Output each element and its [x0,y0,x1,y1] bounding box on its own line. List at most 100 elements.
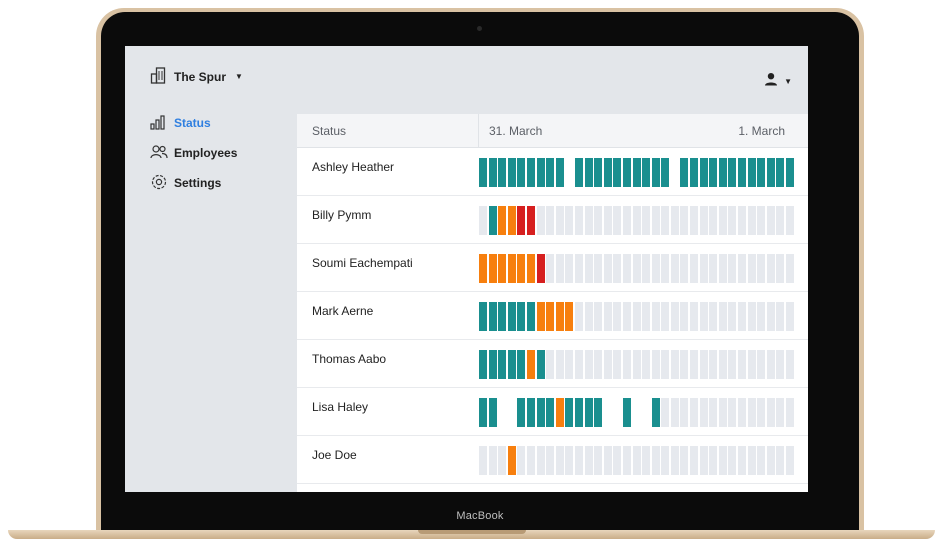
day-cell [690,350,699,379]
table-row[interactable]: Thomas Aabo [297,340,808,388]
day-cell [584,446,593,475]
day-cell [709,398,718,427]
table-row[interactable]: Lisa Haley [297,388,808,436]
day-cell [488,446,497,475]
day-cell [613,254,622,283]
day-cell [632,158,641,187]
day-cell [699,350,708,379]
day-cell [584,254,593,283]
day-cell [670,158,679,187]
day-cell [766,254,775,283]
day-cell [757,446,766,475]
day-cell [507,254,516,283]
day-cell [565,398,574,427]
day-cell [670,398,679,427]
day-cell [661,206,670,235]
day-cell [622,398,631,427]
day-cell [603,158,612,187]
day-cell [728,350,737,379]
day-cell [622,158,631,187]
day-cell [632,446,641,475]
day-cell [565,302,574,331]
sidebar-item-status[interactable]: Status [150,108,237,138]
user-menu[interactable]: ▼ [764,72,792,91]
day-cell [709,206,718,235]
day-cell [565,446,574,475]
day-cell [555,254,564,283]
day-cell [642,158,651,187]
day-cell [642,254,651,283]
day-cell [757,254,766,283]
day-cell [747,350,756,379]
date-start-label: 31. March [489,123,543,138]
day-cell [718,158,727,187]
sidebar-item-settings[interactable]: Settings [150,168,237,198]
day-cell [555,158,564,187]
table-row[interactable]: Ashley Heather [297,148,808,196]
day-cell [718,446,727,475]
day-cell [555,398,564,427]
day-cell [642,302,651,331]
day-cell [517,302,526,331]
day-cell [680,254,689,283]
day-cell [613,206,622,235]
table-row[interactable]: Billy Pymm [297,196,808,244]
table-row[interactable]: Joe Doe [297,436,808,484]
table-row[interactable]: Soumi Eachempati [297,244,808,292]
day-cell [613,398,622,427]
table-row[interactable]: Mark Aerne [297,292,808,340]
day-cell [546,302,555,331]
day-cell [747,398,756,427]
day-cell [747,446,756,475]
day-cell [507,446,516,475]
day-cell [574,206,583,235]
day-cell [766,350,775,379]
day-cell [536,302,545,331]
day-cell [613,446,622,475]
day-cell [680,350,689,379]
day-cell [574,446,583,475]
day-cell [613,350,622,379]
day-cell [526,158,535,187]
day-cell [488,206,497,235]
day-cell [651,158,660,187]
day-cell [526,206,535,235]
building-icon [150,66,168,87]
day-cell [526,254,535,283]
brand-switcher[interactable]: The Spur ▼ [150,66,243,87]
day-cell [603,398,612,427]
day-cell [728,398,737,427]
day-cell [488,254,497,283]
day-cell [786,206,794,235]
day-cell [642,398,651,427]
column-header-status: Status [297,114,479,147]
day-cell [670,254,679,283]
day-cell [488,398,497,427]
day-cell [555,446,564,475]
sidebar-item-employees[interactable]: Employees [150,138,237,168]
day-cell [709,350,718,379]
day-cell [488,302,497,331]
day-cell [584,158,593,187]
day-cell [574,254,583,283]
day-cell [632,398,641,427]
day-cell [546,350,555,379]
day-cell [661,446,670,475]
day-cell [603,206,612,235]
day-cell [699,254,708,283]
day-cell [757,206,766,235]
day-cell [776,446,785,475]
day-cell [690,302,699,331]
day-cell [603,302,612,331]
day-cell [536,158,545,187]
day-cell [498,206,507,235]
day-cell [661,158,670,187]
day-cell [709,302,718,331]
day-cell [786,446,794,475]
day-cell [507,398,516,427]
day-cell [622,302,631,331]
day-cell [718,254,727,283]
day-cell [565,158,574,187]
day-cell [526,302,535,331]
day-cell [546,158,555,187]
